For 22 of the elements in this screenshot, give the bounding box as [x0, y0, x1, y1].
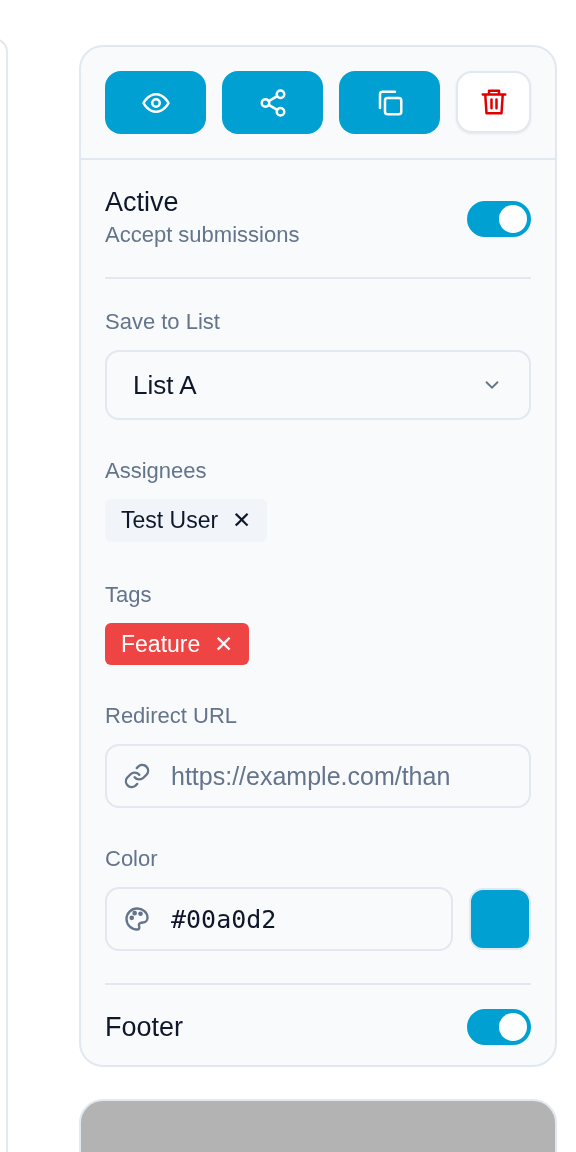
remove-button[interactable]: ✕ — [232, 503, 252, 538]
field-label: Color — [105, 845, 159, 874]
color-swatch[interactable] — [469, 888, 531, 951]
field-label: Assignees — [105, 457, 208, 486]
chip-label: Test User — [121, 506, 219, 536]
toggle-switch[interactable] — [467, 200, 531, 237]
remove-button[interactable]: ✕ — [214, 626, 234, 662]
copy-button[interactable] — [339, 71, 440, 134]
setting-title: Footer — [105, 1011, 184, 1044]
toggle-switch[interactable] — [467, 1009, 531, 1046]
delete-button[interactable] — [456, 71, 531, 133]
share-button[interactable] — [222, 71, 323, 134]
list-dropdown[interactable]: List A — [105, 350, 531, 421]
view-button[interactable] — [105, 71, 206, 134]
setting-title: Active — [105, 186, 180, 219]
field-label: Redirect URL — [105, 702, 239, 731]
setting-description: Accept submissions — [105, 221, 300, 250]
field-label: Save to List — [105, 308, 221, 337]
color-input[interactable]: #00a0d2 — [105, 887, 453, 952]
chip-label: Feature — [121, 629, 201, 659]
field-label: Tags — [105, 580, 153, 609]
url-input[interactable]: https://example.com/than — [105, 744, 531, 809]
